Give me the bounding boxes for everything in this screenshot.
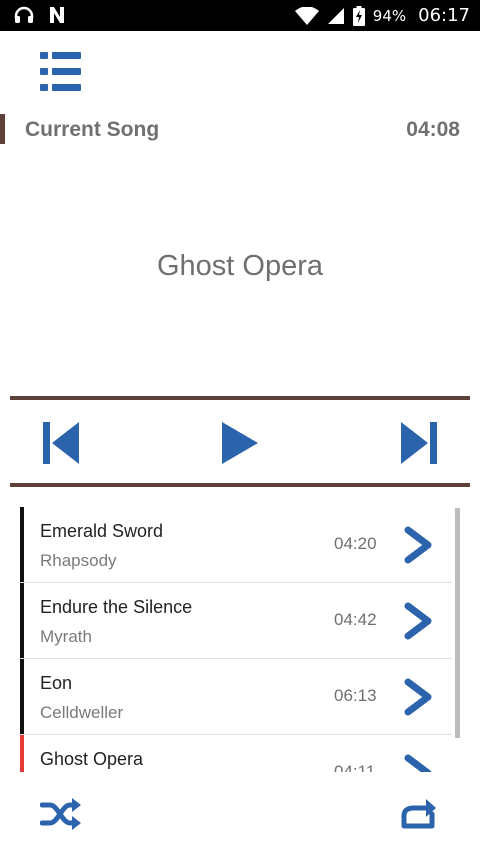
repeat-icon[interactable]: [398, 796, 440, 832]
play-icon[interactable]: [222, 422, 258, 464]
playlist-row[interactable]: Eon Celldweller 06:13: [20, 659, 452, 735]
current-song-header: Current Song 04:08: [0, 113, 480, 145]
chevron-right-icon[interactable]: [404, 526, 434, 564]
playlist-row[interactable]: Emerald Sword Rhapsody 04:20: [20, 507, 452, 583]
row-title: Eon: [40, 673, 73, 693]
row-artist: Myrath: [40, 627, 92, 646]
row-duration: 04:42: [334, 610, 377, 629]
row-indicator-active: [20, 735, 24, 772]
row-indicator: [20, 507, 24, 582]
chevron-right-icon[interactable]: [404, 754, 434, 772]
playlist[interactable]: Emerald Sword Rhapsody 04:20 Endure the …: [20, 507, 460, 772]
row-title: Emerald Sword: [40, 521, 164, 541]
battery-percent: 94%: [372, 6, 407, 25]
row-duration: 06:13: [334, 686, 377, 705]
row-title: Ghost Opera: [40, 749, 144, 769]
row-duration: 04:20: [334, 534, 377, 553]
row-title: Endure the Silence: [40, 597, 193, 617]
status-bar: 94% 06:17: [0, 0, 480, 31]
accent-bar: [0, 114, 5, 144]
current-song-time: 04:08: [406, 118, 460, 141]
skip-previous-icon[interactable]: [43, 422, 79, 464]
playlist-row-active[interactable]: Ghost Opera 04:11: [20, 735, 452, 772]
controls-bottom-divider: [10, 483, 470, 487]
battery-icon: [352, 5, 365, 26]
signal-icon: [327, 7, 344, 24]
row-artist: Celldweller: [40, 703, 124, 722]
chevron-right-icon[interactable]: [404, 602, 434, 640]
playlist-scrollbar[interactable]: [455, 508, 460, 738]
row-indicator: [20, 583, 24, 658]
headphones-icon: [14, 6, 34, 23]
row-artist: Rhapsody: [40, 551, 117, 570]
now-playing-title: Ghost Opera: [156, 250, 324, 282]
clock: 06:17: [418, 5, 470, 26]
current-song-label: Current Song: [25, 118, 160, 141]
playlist-row[interactable]: Endure the Silence Myrath 04:42: [20, 583, 452, 659]
notification-n-icon: [50, 7, 64, 23]
skip-next-icon[interactable]: [401, 422, 437, 464]
controls-top-divider: [10, 396, 470, 400]
row-duration: 04:11: [334, 762, 376, 772]
playlist-menu-icon[interactable]: [40, 50, 82, 94]
row-indicator: [20, 659, 24, 734]
chevron-right-icon[interactable]: [404, 678, 434, 716]
shuffle-icon[interactable]: [40, 797, 82, 831]
wifi-icon: [294, 6, 319, 25]
